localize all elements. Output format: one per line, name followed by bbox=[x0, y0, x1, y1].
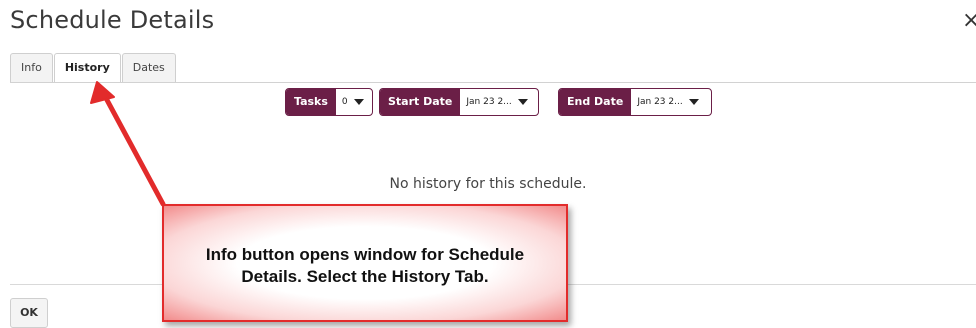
start-date-filter[interactable]: Start Date Jan 23 2... bbox=[379, 88, 539, 116]
tab-bar: Info History Dates bbox=[10, 53, 177, 83]
ok-button[interactable]: OK bbox=[10, 298, 48, 328]
end-date-filter[interactable]: End Date Jan 23 2... bbox=[558, 88, 712, 116]
tasks-filter[interactable]: Tasks 0 bbox=[285, 88, 373, 116]
annotation-callout: Info button opens window for Schedule De… bbox=[162, 204, 568, 322]
tab-history[interactable]: History bbox=[53, 53, 121, 83]
chevron-down-icon[interactable] bbox=[517, 99, 528, 105]
empty-history-message: No history for this schedule. bbox=[389, 176, 587, 192]
end-date-filter-label: End Date bbox=[559, 89, 632, 115]
chevron-down-icon[interactable] bbox=[688, 99, 699, 105]
tab-dates[interactable]: Dates bbox=[121, 53, 176, 82]
tab-divider bbox=[10, 82, 976, 83]
tasks-filter-label: Tasks bbox=[286, 89, 336, 115]
start-date-filter-label: Start Date bbox=[380, 89, 461, 115]
close-icon[interactable]: × bbox=[962, 10, 976, 32]
annotation-text: Info button opens window for Schedule De… bbox=[205, 245, 525, 286]
tab-info[interactable]: Info bbox=[10, 53, 53, 82]
chevron-down-icon[interactable] bbox=[353, 99, 364, 105]
end-date-filter-value: Jan 23 2... bbox=[637, 97, 683, 107]
start-date-filter-value: Jan 23 2... bbox=[466, 97, 512, 107]
dialog-title: Schedule Details bbox=[10, 6, 215, 34]
tasks-filter-value: 0 bbox=[341, 97, 348, 107]
